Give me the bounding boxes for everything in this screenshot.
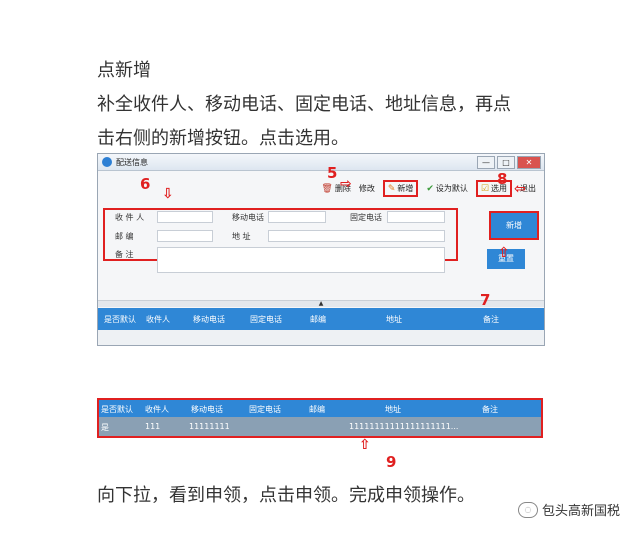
col-is-default[interactable]: 是否默认: [104, 314, 136, 325]
check-circle-icon: ✔: [426, 183, 434, 194]
instruction-line-2: 击右侧的新增按钮。点击选用。: [97, 128, 349, 149]
col-address[interactable]: 地址: [386, 314, 402, 325]
add-label: 新增: [397, 184, 414, 193]
add-button[interactable]: ✎ 新增: [382, 180, 419, 197]
annotation-6: 6: [140, 175, 151, 193]
trash-icon: 🗑: [321, 183, 333, 194]
maximize-button[interactable]: □: [497, 156, 515, 169]
annotation-8: 8: [497, 170, 508, 188]
mobile-input[interactable]: [268, 211, 326, 223]
cell-address: 11111111111111111111...: [349, 422, 459, 431]
instruction-line-3: 向下拉，看到申领，点击申领。完成申领操作。: [97, 485, 475, 506]
recipient-label: 收 件 人: [115, 213, 145, 222]
postcode-input[interactable]: [157, 230, 213, 242]
address-grid-header: 是否默认 收件人 移动电话 固定电话 邮编 地址 备注: [98, 308, 544, 330]
up-arrow-icon: ⇧: [359, 437, 371, 453]
table-row[interactable]: 是 111 11111111 11111111111111111111...: [99, 417, 541, 436]
delivery-info-window: 配送信息 — □ ✕ 🗑 删除 修改 ✎ 新增 ✔ 设为默认 ☑ 选用 退出 收…: [97, 153, 545, 346]
remark-input[interactable]: [157, 247, 445, 273]
close-button[interactable]: ✕: [517, 156, 541, 169]
col-remark[interactable]: 备注: [483, 314, 499, 325]
col-landline[interactable]: 固定电话: [249, 404, 281, 415]
account-watermark: ◌ 包头高新国税: [517, 500, 620, 519]
landline-label: 固定电话: [350, 213, 382, 222]
splitter-handle[interactable]: ▲: [98, 300, 544, 307]
add-icon: ✎: [387, 183, 396, 194]
left-arrow-icon: ⇦: [514, 181, 526, 197]
col-landline[interactable]: 固定电话: [250, 314, 282, 325]
recipient-input[interactable]: [157, 211, 213, 223]
col-postcode[interactable]: 邮编: [310, 314, 326, 325]
landline-input[interactable]: [387, 211, 445, 223]
down-arrow-icon: ⇩: [162, 186, 174, 202]
col-recipient[interactable]: 收件人: [146, 314, 170, 325]
cell-mobile: 11111111: [189, 422, 230, 431]
minimize-button[interactable]: —: [477, 156, 495, 169]
col-postcode[interactable]: 邮编: [309, 404, 325, 415]
remark-label: 备 注: [115, 250, 134, 259]
col-mobile[interactable]: 移动电话: [191, 404, 223, 415]
address-form: 收 件 人 移动电话 固定电话 邮 编 地 址 备 注: [103, 208, 458, 273]
cell-is-default: 是: [101, 423, 109, 432]
window-controls: — □ ✕: [477, 156, 541, 169]
col-address[interactable]: 地址: [385, 404, 401, 415]
mobile-label: 移动电话: [232, 213, 264, 222]
step-heading: 点新增: [97, 60, 151, 81]
window-title: 配送信息: [116, 157, 148, 167]
set-default-label: 设为默认: [435, 184, 468, 193]
watermark-text: 包头高新国税: [541, 504, 620, 519]
wechat-icon: ◌: [517, 501, 538, 518]
cell-recipient: 111: [145, 422, 161, 431]
postcode-label: 邮 编: [115, 232, 134, 241]
result-grid-header: 是否默认 收件人 移动电话 固定电话 邮编 地址 备注: [99, 400, 541, 417]
instruction-line-1: 补全收件人、移动电话、固定电话、地址信息，再点: [97, 94, 511, 115]
set-default-button[interactable]: ✔ 设为默认: [426, 183, 468, 194]
right-arrow-icon: ⇨: [340, 176, 352, 192]
edit-button[interactable]: 修改: [359, 183, 375, 194]
col-recipient[interactable]: 收件人: [145, 404, 169, 415]
annotation-7: 7: [480, 291, 491, 309]
col-mobile[interactable]: 移动电话: [193, 314, 225, 325]
new-button[interactable]: 新增: [489, 211, 539, 240]
annotation-5: 5: [327, 164, 338, 182]
select-icon: ☑: [480, 183, 489, 194]
address-input[interactable]: [268, 230, 445, 242]
col-is-default[interactable]: 是否默认: [101, 404, 133, 415]
address-label: 地 址: [232, 232, 251, 241]
result-grid: 是否默认 收件人 移动电话 固定电话 邮编 地址 备注 是 111 111111…: [97, 398, 543, 438]
edit-label: 修改: [358, 184, 375, 193]
annotation-9: 9: [386, 453, 397, 471]
col-remark[interactable]: 备注: [482, 404, 498, 415]
app-logo-icon: [102, 157, 112, 167]
up-arrow-icon: ⇧: [498, 245, 510, 261]
address-grid-body: [98, 330, 544, 345]
